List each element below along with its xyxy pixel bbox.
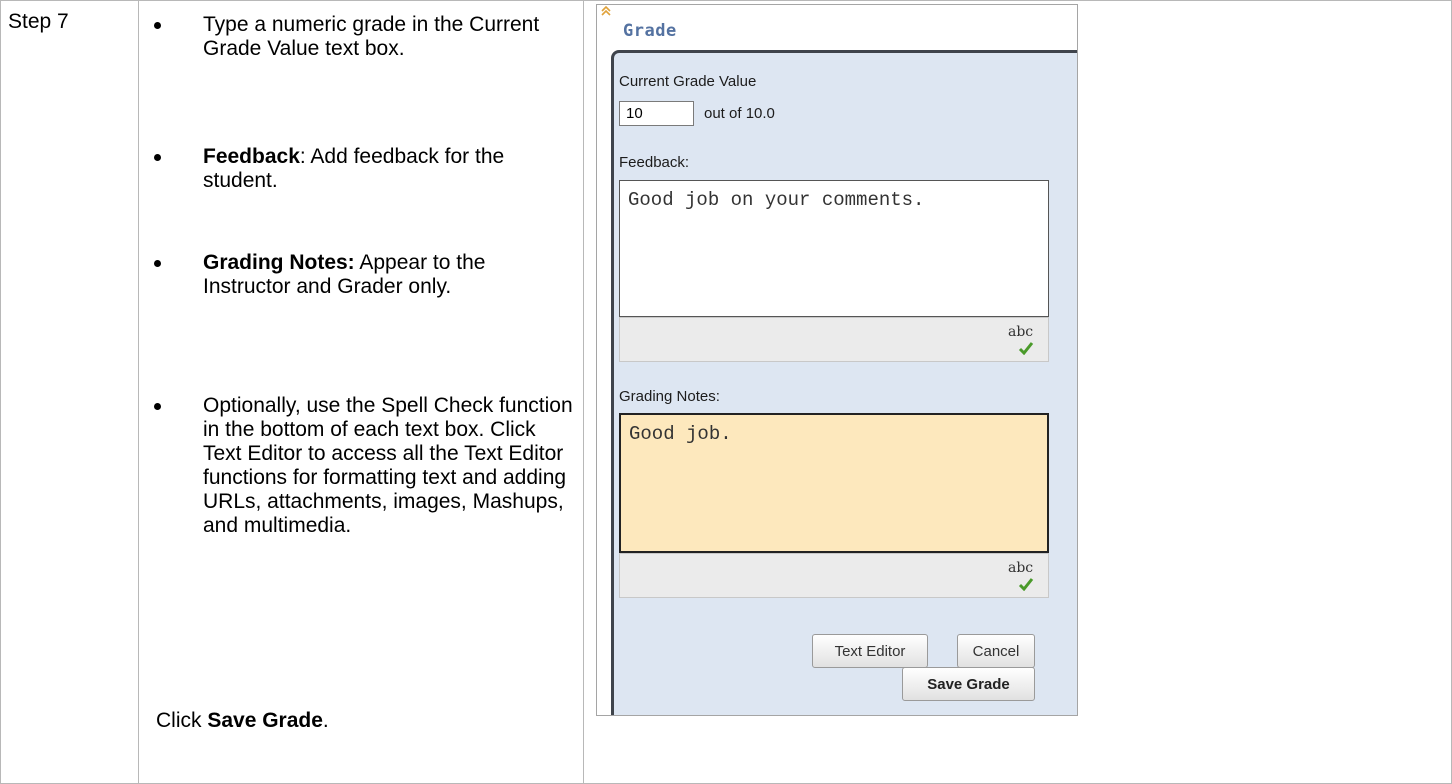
- feedback-label: Feedback:: [619, 154, 690, 171]
- bullet-dot: [154, 22, 161, 29]
- instructions: Type a numeric grade in the Current Grad…: [139, 1, 583, 783]
- instructions-cell: Type a numeric grade in the Current Grad…: [138, 0, 584, 784]
- grading-notes-textbox[interactable]: Good job.: [619, 413, 1049, 553]
- save-grade-button[interactable]: Save Grade: [902, 667, 1035, 701]
- bullet-item: Grading Notes: Appear to the Instructor …: [154, 251, 574, 299]
- panel-body: Current Grade Value out of 10.0 Feedback…: [611, 50, 1077, 715]
- out-of-label: out of 10.0: [704, 105, 775, 122]
- grade-panel-screenshot: Grade Current Grade Value out of 10.0 Fe…: [596, 4, 1078, 716]
- cancel-button[interactable]: Cancel: [957, 634, 1035, 668]
- bullet-item: Optionally, use the Spell Check function…: [154, 394, 574, 538]
- feedback-textbox[interactable]: Good job on your comments.: [619, 180, 1049, 317]
- check-mark-icon: [1018, 578, 1034, 591]
- notes-spell-bar: abc: [619, 553, 1049, 598]
- spell-check-icon[interactable]: abc: [1006, 322, 1038, 358]
- bullet-text: Type a numeric grade in the Current Grad…: [203, 13, 540, 60]
- grade-input[interactable]: [619, 101, 694, 126]
- click-instruction: Click Save Grade.: [156, 709, 329, 733]
- spell-check-text: abc: [1008, 324, 1034, 340]
- spell-check-icon[interactable]: abc: [1006, 558, 1038, 594]
- bullet-dot: [154, 260, 161, 267]
- current-grade-label: Current Grade Value: [619, 73, 757, 90]
- spell-check-text: abc: [1008, 560, 1034, 576]
- text-editor-button[interactable]: Text Editor: [812, 634, 928, 668]
- bullet-bold: Feedback: [203, 145, 300, 168]
- collapse-arrows-icon[interactable]: [600, 5, 612, 17]
- bullet-text: Optionally, use the Spell Check function…: [203, 394, 573, 537]
- feedback-spell-bar: abc: [619, 317, 1049, 362]
- bullet-bold: Grading Notes:: [203, 251, 355, 274]
- grading-notes-label: Grading Notes:: [619, 388, 720, 405]
- bullet-text: Grading Notes: Appear to the Instructor …: [203, 251, 574, 299]
- bullet-dot: [154, 403, 161, 410]
- click-suffix: .: [322, 709, 329, 732]
- step-cell: Step 7: [0, 0, 139, 784]
- bullet-dot: [154, 154, 161, 161]
- step-label: Step 7: [8, 10, 69, 33]
- bullet-item: Type a numeric grade in the Current Grad…: [154, 13, 574, 61]
- click-bold: Save Grade: [207, 709, 323, 732]
- panel-title: Grade: [623, 21, 677, 41]
- click-prefix: Click: [156, 709, 208, 732]
- bullet-text: Feedback: Add feedback for the student.: [203, 145, 574, 193]
- check-mark-icon: [1018, 342, 1034, 355]
- bullet-item: Feedback: Add feedback for the student.: [154, 145, 574, 193]
- panel-header: Grade: [597, 5, 1077, 45]
